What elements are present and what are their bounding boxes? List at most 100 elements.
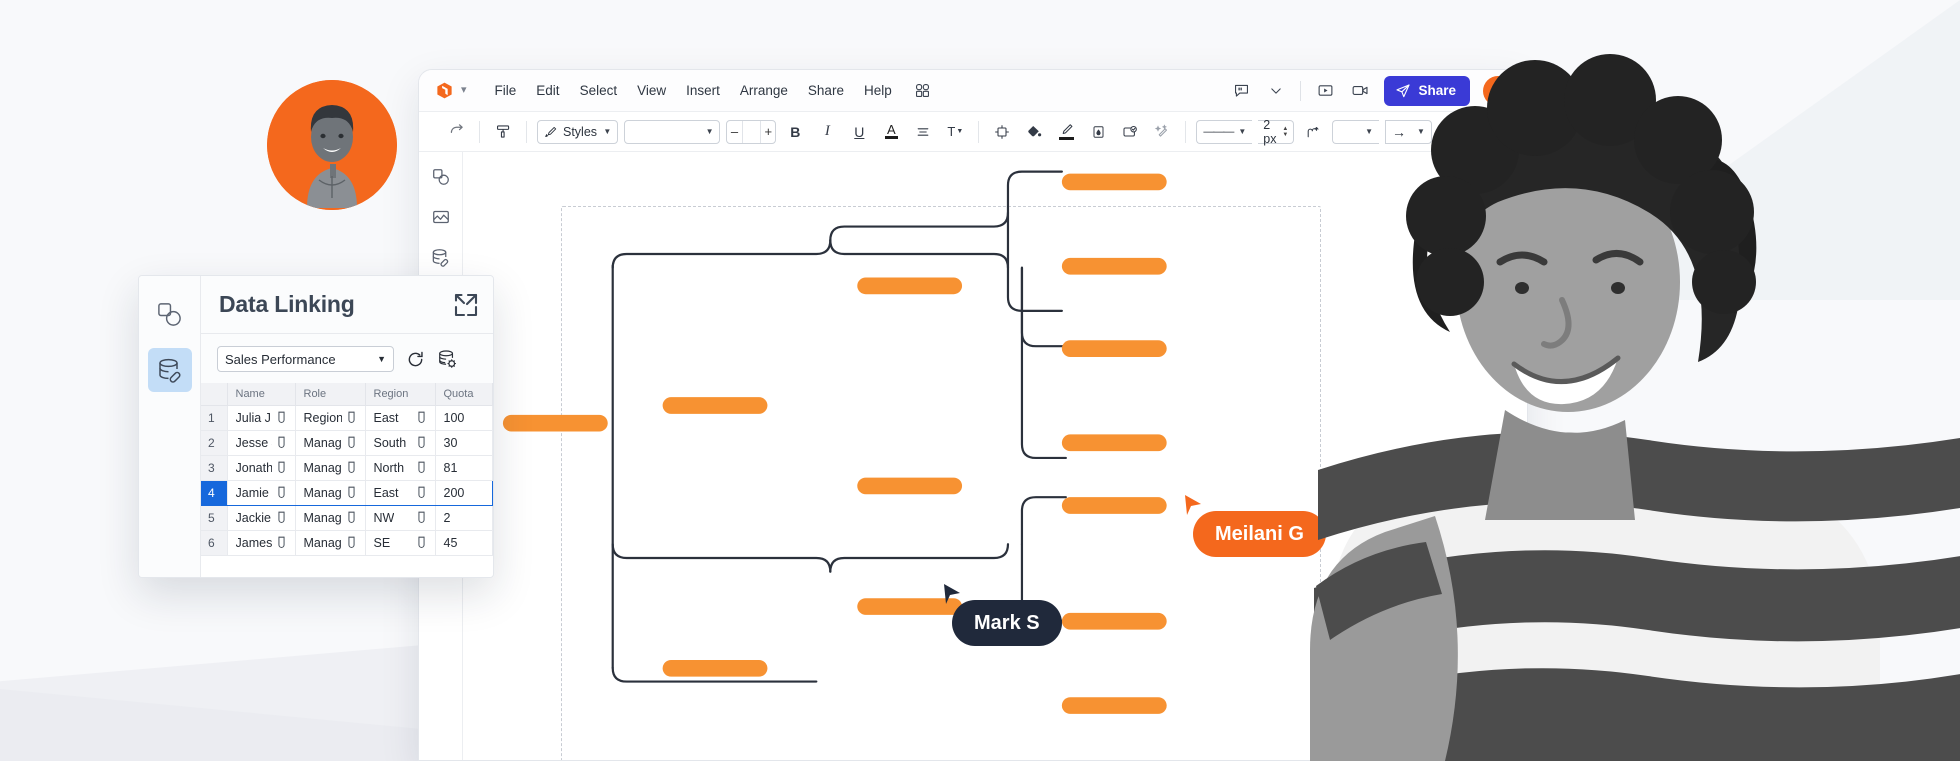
link-icon[interactable] — [416, 436, 427, 449]
lucid-logo-icon[interactable] — [435, 81, 454, 100]
fill-color-icon[interactable] — [1021, 119, 1047, 145]
link-icon[interactable] — [416, 461, 427, 474]
link-icon[interactable] — [276, 411, 287, 424]
text-options-button[interactable]: T ▼ — [942, 119, 968, 145]
column-header-quota[interactable]: Quota — [435, 383, 493, 406]
cell-quota[interactable]: 81 — [435, 455, 493, 481]
cell-role[interactable]: Manag. — [295, 455, 366, 481]
link-icon[interactable] — [346, 436, 357, 449]
row-number[interactable]: 5 — [201, 505, 228, 531]
bold-button[interactable]: B — [782, 119, 808, 145]
menu-item-help[interactable]: Help — [864, 83, 892, 98]
menu-item-file[interactable]: File — [495, 83, 517, 98]
font-size-stepper[interactable]: – + — [726, 119, 777, 144]
line-width-spinner[interactable]: ▲ ▼ — [1282, 126, 1288, 138]
cell-quota[interactable]: 200 — [435, 479, 493, 506]
styles-dropdown[interactable]: Styles ▼ — [537, 119, 619, 144]
cell-name[interactable]: Julia J. — [227, 405, 296, 431]
link-icon[interactable] — [346, 411, 357, 424]
line-style-dropdown[interactable]: ——— ▼ — [1196, 119, 1253, 144]
row-number[interactable]: 3 — [201, 455, 228, 481]
cell-role[interactable]: Region. — [295, 405, 366, 431]
link-icon[interactable] — [346, 486, 357, 499]
menu-item-select[interactable]: Select — [580, 83, 618, 98]
underline-button[interactable]: U — [846, 119, 872, 145]
row-number[interactable]: 6 — [201, 530, 228, 556]
refresh-icon[interactable] — [406, 350, 425, 369]
cell-region[interactable]: SE — [365, 530, 436, 556]
align-icon[interactable] — [910, 119, 936, 145]
column-header-region[interactable]: Region — [365, 383, 436, 406]
table-row[interactable]: 3 Jonath. Manag. North 81 — [201, 455, 493, 481]
magic-wand-icon[interactable] — [1149, 119, 1175, 145]
table-row[interactable]: 2 Jesse J. Manag. South 30 — [201, 430, 493, 456]
link-icon[interactable] — [346, 511, 357, 524]
cell-region[interactable]: NW — [365, 505, 436, 531]
data-table-wrapper[interactable]: Name Role Region Quota 1 Julia J. Region. E… — [201, 383, 493, 577]
font-size-increase[interactable]: + — [761, 121, 775, 143]
cell-role[interactable]: Manag. — [295, 530, 366, 556]
data-source-dropdown[interactable]: Sales Performance ▼ — [217, 346, 394, 372]
link-icon[interactable] — [416, 486, 427, 499]
menu-item-edit[interactable]: Edit — [536, 83, 559, 98]
link-icon[interactable] — [276, 486, 287, 499]
cell-role[interactable]: Manag. — [295, 479, 366, 506]
link-icon[interactable] — [416, 511, 427, 524]
logo-chevron-down-icon[interactable]: ▾ — [461, 85, 467, 96]
line-color-icon[interactable] — [1053, 119, 1079, 145]
apps-grid-icon[interactable] — [912, 80, 934, 102]
cell-quota[interactable]: 45 — [435, 530, 493, 556]
select-shape-icon[interactable] — [989, 119, 1015, 145]
row-number[interactable]: 4 — [201, 479, 228, 506]
table-row[interactable]: 4 Jamie . Manag. East 200 — [201, 479, 493, 506]
cell-region[interactable]: North — [365, 455, 436, 481]
row-number[interactable]: 1 — [201, 405, 228, 431]
menu-item-view[interactable]: View — [637, 83, 666, 98]
chevron-down-icon[interactable] — [1265, 80, 1287, 102]
rail-shapes-icon[interactable] — [148, 292, 192, 336]
rail-database-link-icon[interactable] — [147, 348, 192, 392]
database-settings-icon[interactable] — [437, 349, 457, 369]
data-link-icon[interactable] — [428, 244, 454, 270]
shapes-icon[interactable] — [428, 164, 454, 190]
image-icon[interactable] — [428, 204, 454, 230]
font-size-decrease[interactable]: – — [727, 121, 741, 143]
italic-button[interactable]: I — [814, 119, 840, 145]
line-width-stepper[interactable]: 2 px ▲ ▼ — [1258, 118, 1295, 146]
link-icon[interactable] — [276, 461, 287, 474]
table-row[interactable]: 6 James . Manag. SE 45 — [201, 530, 493, 556]
cell-quota[interactable]: 2 — [435, 505, 493, 531]
link-icon[interactable] — [276, 511, 287, 524]
row-number[interactable]: 2 — [201, 430, 228, 456]
column-header-role[interactable]: Role — [295, 383, 366, 406]
link-icon[interactable] — [416, 536, 427, 549]
cell-quota[interactable]: 30 — [435, 430, 493, 456]
link-icon[interactable] — [276, 436, 287, 449]
link-icon[interactable] — [346, 461, 357, 474]
popout-icon[interactable] — [453, 292, 479, 318]
cell-region[interactable]: East — [365, 405, 436, 431]
link-icon[interactable] — [346, 536, 357, 549]
shape-style-icon[interactable] — [1117, 119, 1143, 145]
column-header-name[interactable]: Name — [227, 383, 296, 406]
menu-item-share[interactable]: Share — [808, 83, 844, 98]
cell-name[interactable]: Jamie . — [227, 479, 296, 506]
cell-name[interactable]: James . — [227, 530, 296, 556]
format-painter-icon[interactable] — [490, 119, 516, 145]
cell-name[interactable]: Jonath. — [227, 455, 296, 481]
cell-role[interactable]: Manag. — [295, 430, 366, 456]
font-color-button[interactable]: A — [878, 119, 904, 145]
cell-quota[interactable]: 100 — [435, 405, 493, 431]
menu-item-insert[interactable]: Insert — [686, 83, 720, 98]
redo-icon[interactable] — [443, 119, 469, 145]
cell-role[interactable]: Manag. — [295, 505, 366, 531]
table-row[interactable]: 1 Julia J. Region. East 100 — [201, 405, 493, 431]
table-row[interactable]: 5 Jackie . Manag. NW 2 — [201, 505, 493, 531]
comment-icon[interactable] — [1230, 80, 1252, 102]
menu-item-arrange[interactable]: Arrange — [740, 83, 788, 98]
cell-region[interactable]: East — [365, 479, 436, 506]
cell-name[interactable]: Jesse J. — [227, 430, 296, 456]
cell-name[interactable]: Jackie . — [227, 505, 296, 531]
opacity-icon[interactable] — [1085, 119, 1111, 145]
font-size-value[interactable] — [741, 120, 762, 143]
